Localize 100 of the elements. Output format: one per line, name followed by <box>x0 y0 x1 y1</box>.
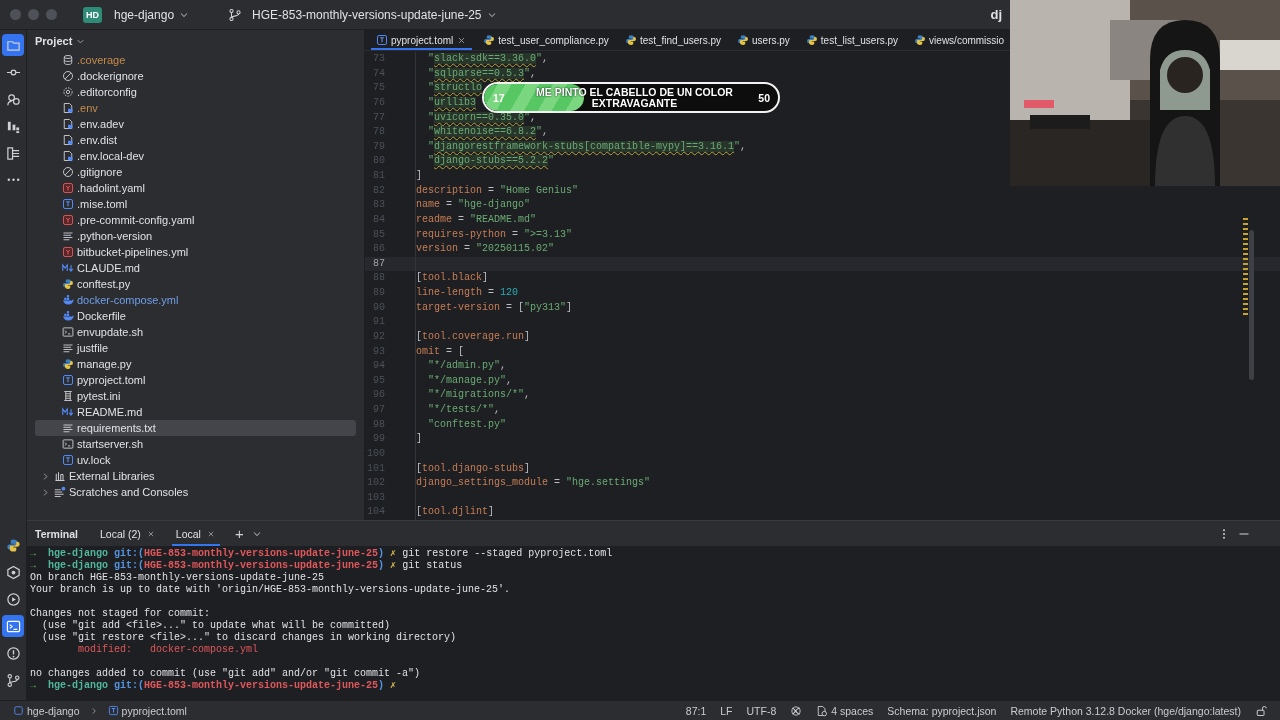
tree-item[interactable]: pytest.ini <box>35 388 356 404</box>
lock-file-icon <box>62 150 74 162</box>
tree-item[interactable]: docker-compose.yml <box>35 292 356 308</box>
terminal-line: → hge-django git:(HGE-853-monthly-versions-update-june-25) ✗ git restore --staged pyproject.toml <box>30 548 614 560</box>
terminal-line: modified: docker-compose.yml <box>77 644 260 656</box>
branch-selector[interactable]: HGE-853-monthly-versions-update-june-25 <box>248 4 502 25</box>
code-line: line-length = 120 <box>415 286 519 301</box>
tree-item[interactable]: .coverage <box>35 52 356 68</box>
terminal-icon <box>62 326 74 338</box>
tree-item[interactable]: .env.dist <box>35 132 356 148</box>
markdown-icon <box>62 262 74 274</box>
status-item[interactable]: LF <box>715 704 738 717</box>
status-item[interactable]: Remote Python 3.12.8 Docker (hge/django:latest) <box>1005 704 1246 717</box>
editor-tab[interactable]: test_user_compliance.py <box>478 30 614 50</box>
scratch-icon <box>54 486 66 498</box>
tree-item[interactable]: External Libraries <box>35 468 356 484</box>
panel-title: Terminal <box>35 527 78 540</box>
people-icon <box>5 91 21 107</box>
tree-item[interactable]: envupdate.sh <box>35 324 356 340</box>
terminal-tab[interactable]: Local <box>171 521 220 546</box>
tool-window-button[interactable] <box>2 615 24 637</box>
tree-item[interactable]: justfile <box>35 340 356 356</box>
tree-item[interactable]: startserver.sh <box>35 436 356 452</box>
tree-item[interactable]: pyproject.toml <box>35 372 356 388</box>
editor-tab[interactable]: users.py <box>732 30 795 50</box>
terminal-line: (use "git add <file>..." to update what will be committed) <box>41 620 392 632</box>
gear-icon <box>62 86 74 98</box>
tree-item[interactable]: requirements.txt <box>35 420 356 436</box>
plugin-label[interactable]: dj <box>990 7 1002 22</box>
file-type-icon <box>62 374 74 386</box>
hexagon-icon <box>5 564 21 580</box>
editor-tab[interactable]: pyproject.toml <box>371 30 473 50</box>
breadcrumb[interactable]: pyproject.toml <box>102 704 192 717</box>
python-icon <box>805 34 818 46</box>
lock-icon[interactable] <box>1255 704 1267 717</box>
tree-item[interactable]: CLAUDE.md <box>35 260 356 276</box>
module-icon <box>13 705 24 716</box>
database-icon <box>62 54 74 66</box>
editor-tab[interactable]: test_list_users.py <box>800 30 904 50</box>
tree-item[interactable]: conftest.py <box>35 276 356 292</box>
tool-window-button[interactable] <box>2 34 24 56</box>
code-line: django_settings_module = "hge.settings" <box>415 476 651 491</box>
terminal-line: (use "git restore <file>..." to discard changes in working directory) <box>41 632 458 644</box>
python-icon <box>62 278 74 290</box>
terminal-icon <box>5 618 21 634</box>
breadcrumb[interactable]: hge-django <box>8 704 85 717</box>
python-icon <box>483 34 496 46</box>
code-line: readme = "README.md" <box>415 212 537 228</box>
scrollbar-thumb[interactable] <box>1249 230 1254 380</box>
panel-title[interactable]: Project <box>35 35 73 47</box>
code-line: ] <box>415 432 422 447</box>
python-icon <box>737 34 750 46</box>
tree-item[interactable]: Dockerfile <box>35 308 356 324</box>
python-icon <box>5 537 21 553</box>
tree-item[interactable]: .env.local-dev <box>35 148 356 164</box>
status-item[interactable]: 4 spaces <box>811 704 879 717</box>
tree-item[interactable]: bitbucket-pipelines.yml <box>35 244 356 260</box>
tree-item[interactable]: .env <box>35 100 356 116</box>
file-type-icon <box>62 454 74 466</box>
terminal-tab[interactable]: Local (2) <box>96 521 160 546</box>
new-tab-button[interactable]: + <box>231 525 247 542</box>
ban-icon <box>62 166 74 178</box>
code-line: "django-stubs==5.2.2" <box>415 154 555 169</box>
tree-item[interactable]: .python-version <box>35 228 356 244</box>
tree-item[interactable]: .env.adev <box>35 116 356 132</box>
goal-count: 17 <box>492 91 506 104</box>
branch-icon <box>228 7 243 22</box>
code-line: [tool.black] <box>415 271 489 286</box>
tree-item[interactable]: .pre-commit-config.yaml <box>35 212 356 228</box>
whale-icon <box>62 294 74 306</box>
code-line: requires-python = ">=3.13" <box>415 227 573 243</box>
editor-tab[interactable]: views/commissio <box>909 30 1010 50</box>
markdown-icon <box>62 406 74 418</box>
status-item[interactable]: UTF-8 <box>741 704 782 717</box>
tree-item[interactable]: manage.py <box>35 356 356 372</box>
tree-item[interactable]: .mise.toml <box>35 196 356 212</box>
status-item[interactable]: Schema: pyproject.json <box>882 704 1002 717</box>
line-number: 87 <box>372 256 386 271</box>
tree-item[interactable]: .hadolint.yaml <box>35 180 356 196</box>
tree-item[interactable]: .editorconfig <box>35 84 356 100</box>
editor-tab[interactable]: test_find_users.py <box>619 30 727 50</box>
code-line: "structlo <box>415 81 483 96</box>
terminal-line: → hge-django git:(HGE-853-monthly-versions-update-june-25) ✗ <box>30 680 398 692</box>
code-line: ] <box>415 169 422 184</box>
tree-item[interactable]: Scratches and Consoles <box>35 484 356 500</box>
tree-item[interactable]: .gitignore <box>35 164 356 180</box>
code-line: "*/tests/*", <box>415 403 501 418</box>
file-type-icon <box>62 182 74 194</box>
tree-item[interactable]: uv.lock <box>35 452 356 468</box>
tree-item[interactable]: README.md <box>35 404 356 420</box>
tree-item[interactable]: .dockerignore <box>35 68 356 84</box>
spool-icon <box>62 390 74 402</box>
status-item[interactable]: 87:1 <box>680 704 712 717</box>
terminal-icon <box>62 438 74 450</box>
file-type-icon <box>62 198 74 210</box>
code-line: version = "20250115.02" <box>415 242 555 257</box>
code-line: description = "Home Genius" <box>415 183 579 199</box>
code-line: "conftest.py" <box>415 417 506 433</box>
code-line: "*/manage.py", <box>415 373 513 389</box>
project-selector[interactable]: hge-django <box>110 4 195 25</box>
